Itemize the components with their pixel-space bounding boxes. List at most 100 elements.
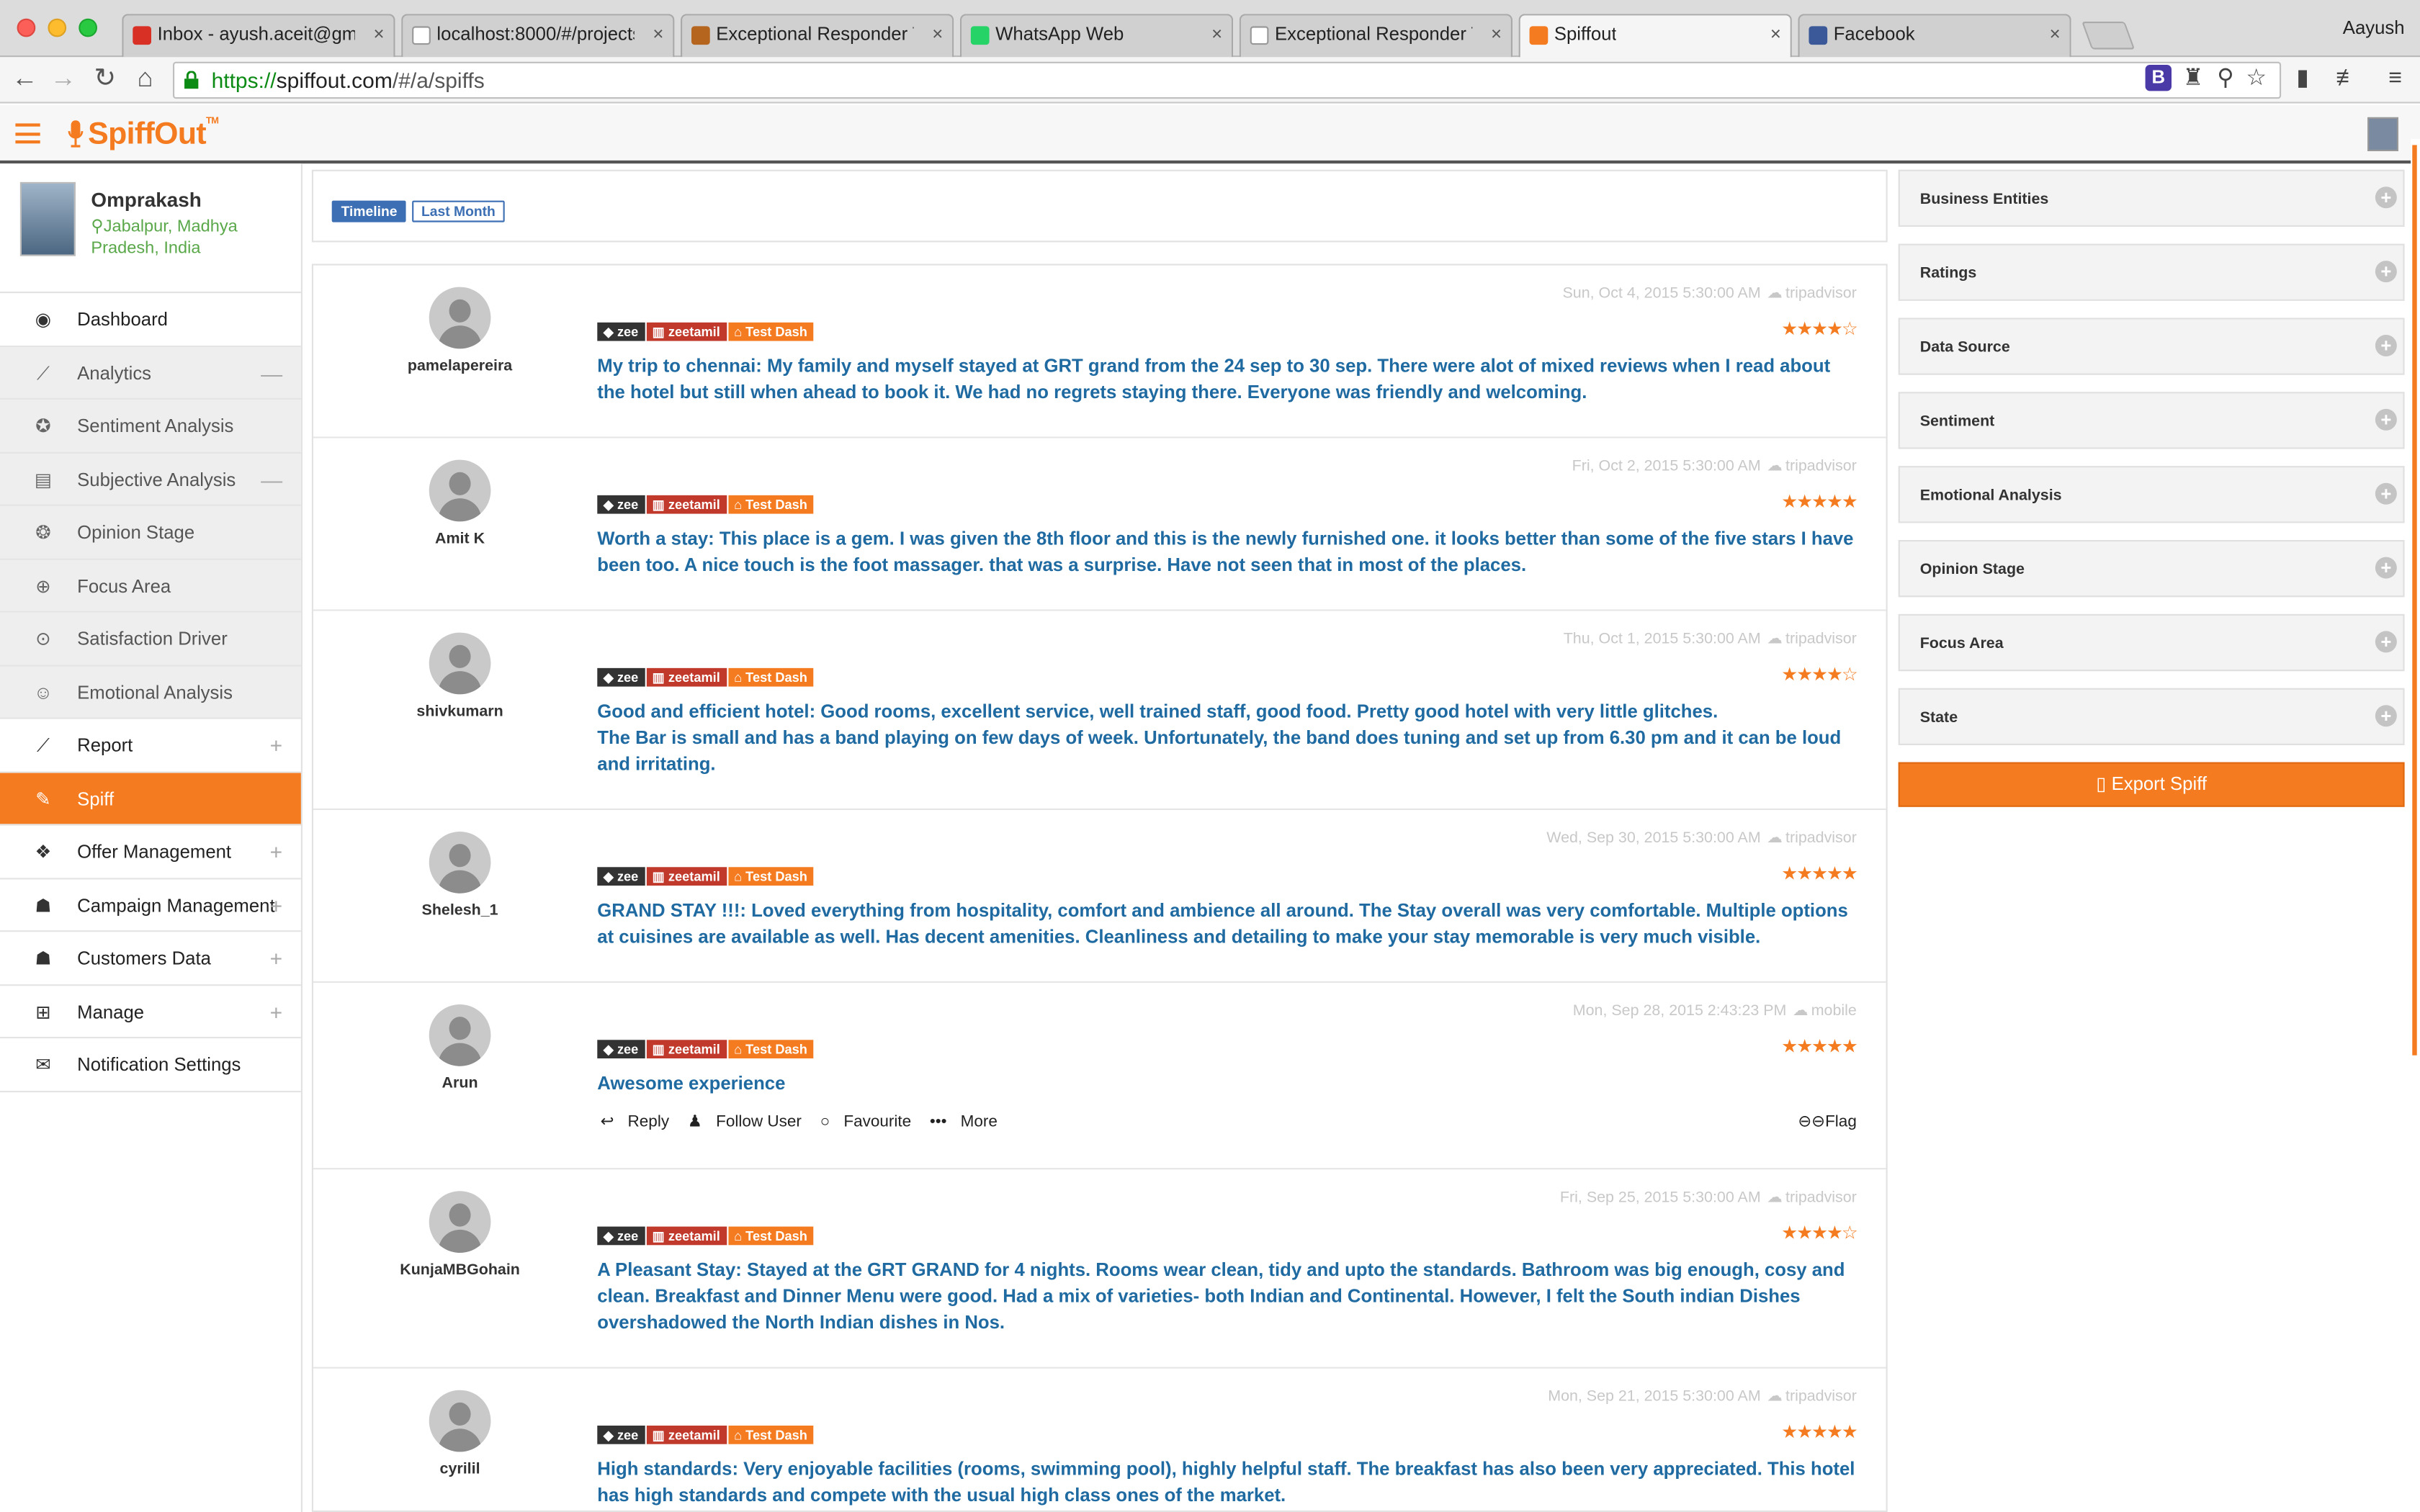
user-avatar[interactable] bbox=[19, 181, 76, 256]
reviewer-avatar[interactable] bbox=[429, 287, 491, 349]
browser-tab[interactable]: Inbox - ayush.aceit@gmail. × bbox=[122, 14, 395, 58]
reviewer-name[interactable]: Shelesh_1 bbox=[359, 903, 560, 920]
sidebar-item[interactable]: ⟋ Analytics — bbox=[0, 346, 301, 400]
browser-tab[interactable]: Facebook × bbox=[1798, 14, 2071, 58]
tag-badge[interactable]: ⌂ Test Dash bbox=[727, 667, 814, 687]
extension-tower-icon[interactable]: ≢ bbox=[2332, 63, 2363, 94]
tag-badge[interactable]: ⌂ Test Dash bbox=[727, 322, 814, 341]
extension-icon[interactable]: ♜ bbox=[2178, 63, 2209, 94]
facet-panel[interactable]: Sentiment + bbox=[1898, 392, 2405, 449]
reviewer-name[interactable]: Amit K bbox=[359, 531, 560, 548]
home-icon[interactable]: ⌂ bbox=[130, 63, 161, 94]
review-text[interactable]: A Pleasant Stay: Stayed at the GRT GRAND… bbox=[597, 1257, 1857, 1336]
expand-icon[interactable]: + bbox=[270, 825, 283, 878]
tag-badge[interactable]: ▥ zeetamil bbox=[646, 667, 727, 687]
bookmark-star-icon[interactable]: ☆ bbox=[2241, 63, 2272, 94]
review-text[interactable]: Awesome experience bbox=[597, 1071, 1857, 1097]
facet-panel[interactable]: Business Entities + bbox=[1898, 169, 2405, 227]
tag-badge[interactable]: ◆ zee bbox=[597, 495, 645, 514]
reviewer-avatar[interactable] bbox=[429, 1191, 491, 1253]
export-spiff-button[interactable]: ▯ Export Spiff bbox=[1898, 762, 2405, 807]
expand-icon[interactable]: + bbox=[270, 878, 283, 931]
browser-profile-name[interactable]: Aayush bbox=[2343, 17, 2405, 39]
reviewer-name[interactable]: cyrilil bbox=[359, 1461, 560, 1478]
reviewer-avatar[interactable] bbox=[429, 832, 491, 894]
tab-close-icon[interactable]: × bbox=[2050, 23, 2061, 45]
reviewer-avatar[interactable] bbox=[429, 632, 491, 695]
window-close-button[interactable] bbox=[17, 18, 36, 37]
review-text[interactable]: Worth a stay: This place is a gem. I was… bbox=[597, 526, 1857, 579]
plus-circle-icon[interactable]: + bbox=[2375, 335, 2397, 356]
tag-badge[interactable]: ⌂ Test Dash bbox=[727, 1425, 814, 1444]
sidebar-item[interactable]: ⊙ Satisfaction Driver bbox=[0, 612, 301, 666]
tag-badge[interactable]: ◆ zee bbox=[597, 867, 645, 886]
expand-icon[interactable]: + bbox=[270, 932, 283, 984]
zoom-icon[interactable]: ⚲ bbox=[2210, 63, 2241, 94]
plus-circle-icon[interactable]: + bbox=[2375, 408, 2397, 431]
extension-phone-icon[interactable]: ▮ bbox=[2287, 63, 2318, 94]
facet-panel[interactable]: Ratings + bbox=[1898, 243, 2405, 301]
plus-circle-icon[interactable]: + bbox=[2375, 261, 2397, 283]
header-avatar[interactable] bbox=[2367, 117, 2398, 151]
facet-panel[interactable]: Opinion Stage + bbox=[1898, 540, 2405, 598]
plus-circle-icon[interactable]: + bbox=[2375, 705, 2397, 727]
review-text[interactable]: GRAND STAY !!!: Loved everything from ho… bbox=[597, 898, 1857, 950]
flag-button[interactable]: ⊖⊖Flag bbox=[1798, 1112, 1857, 1131]
reviewer-avatar[interactable] bbox=[429, 1004, 491, 1066]
tag-badge[interactable]: ▥ zeetamil bbox=[646, 867, 727, 886]
collapse-icon[interactable]: — bbox=[261, 453, 282, 505]
browser-tab[interactable]: Exceptional Responder Too × bbox=[1239, 14, 1512, 58]
timeline-chip[interactable]: Timeline bbox=[331, 200, 407, 222]
reviewer-name[interactable]: pamelapereira bbox=[359, 358, 560, 375]
tag-badge[interactable]: ◆ zee bbox=[597, 322, 645, 341]
sidebar-item[interactable]: ◉ Dashboard bbox=[0, 293, 301, 347]
forward-arrow-icon[interactable]: → bbox=[48, 63, 79, 94]
sidebar-item[interactable]: ☗ Customers Data + bbox=[0, 932, 301, 986]
sidebar-item[interactable]: ▤ Subjective Analysis — bbox=[0, 452, 301, 506]
reviewer-name[interactable]: KunjaMBGohain bbox=[359, 1262, 560, 1279]
expand-icon[interactable]: + bbox=[270, 719, 283, 772]
back-arrow-icon[interactable]: ← bbox=[9, 63, 40, 94]
chrome-menu-icon[interactable]: ≡ bbox=[2380, 63, 2411, 94]
follow-user-button[interactable]: ♟ Follow User bbox=[688, 1112, 811, 1131]
spiffout-logo[interactable]: SpiffOutTM bbox=[68, 117, 219, 153]
reload-icon[interactable]: ↻ bbox=[89, 63, 120, 94]
new-tab-button[interactable] bbox=[2081, 22, 2136, 50]
facet-panel[interactable]: Data Source + bbox=[1898, 318, 2405, 375]
collapse-icon[interactable]: — bbox=[261, 346, 282, 399]
reply-button[interactable]: ↩ Reply bbox=[601, 1112, 678, 1131]
sidebar-item[interactable]: ⊞ Manage + bbox=[0, 985, 301, 1039]
browser-tab[interactable]: Spiffout × bbox=[1518, 14, 1792, 59]
tag-badge[interactable]: ▥ zeetamil bbox=[646, 495, 727, 514]
more-button[interactable]: ••• More bbox=[930, 1112, 1007, 1131]
tag-badge[interactable]: ◆ zee bbox=[597, 1425, 645, 1444]
facet-panel[interactable]: Focus Area + bbox=[1898, 613, 2405, 672]
tag-badge[interactable]: ⌂ Test Dash bbox=[727, 1226, 814, 1246]
tag-badge[interactable]: ◆ zee bbox=[597, 1226, 645, 1246]
facet-panel[interactable]: State + bbox=[1898, 688, 2405, 745]
sidebar-item[interactable]: ❖ Offer Management + bbox=[0, 825, 301, 879]
sidebar-item[interactable]: ❂ Opinion Stage bbox=[0, 505, 301, 559]
tab-close-icon[interactable]: × bbox=[1211, 23, 1222, 45]
tag-badge[interactable]: ▥ zeetamil bbox=[646, 1226, 727, 1246]
expand-icon[interactable]: + bbox=[270, 985, 283, 1038]
plus-circle-icon[interactable]: + bbox=[2375, 186, 2397, 209]
browser-tab[interactable]: WhatsApp Web × bbox=[959, 14, 1234, 58]
review-text[interactable]: Good and efficient hotel: Good rooms, ex… bbox=[597, 699, 1857, 778]
reviewer-name[interactable]: shivkumarn bbox=[359, 703, 560, 721]
browser-tab[interactable]: localhost:8000/#/projects/ × bbox=[401, 14, 675, 58]
review-text[interactable]: My trip to chennai: My family and myself… bbox=[597, 354, 1857, 406]
hamburger-menu-icon[interactable] bbox=[15, 123, 40, 144]
sidebar-item[interactable]: ✉ Notification Settings bbox=[0, 1038, 301, 1092]
tag-badge[interactable]: ⌂ Test Dash bbox=[727, 867, 814, 886]
reviewer-name[interactable]: Arun bbox=[359, 1076, 560, 1093]
browser-tab[interactable]: Exceptional Responder Too × bbox=[681, 14, 954, 58]
tab-close-icon[interactable]: × bbox=[374, 23, 385, 45]
plus-circle-icon[interactable]: + bbox=[2375, 557, 2397, 579]
sidebar-item[interactable]: ✎ Spiff bbox=[0, 772, 301, 826]
bootstrap-extension-icon[interactable]: B bbox=[2145, 65, 2172, 91]
page-scrollbar-thumb[interactable] bbox=[2412, 145, 2417, 1056]
tab-close-icon[interactable]: × bbox=[932, 23, 943, 45]
sidebar-item[interactable]: ⟋ Report + bbox=[0, 719, 301, 773]
favourite-button[interactable]: ○ Favourite bbox=[820, 1112, 920, 1131]
